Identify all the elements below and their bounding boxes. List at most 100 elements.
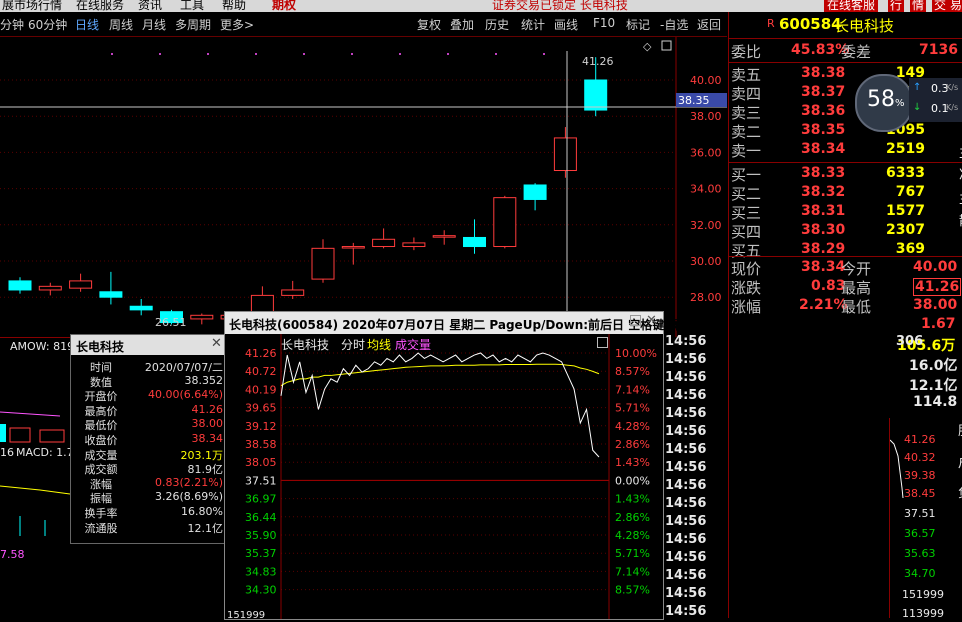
tab-quote-2[interactable]: 情 — [910, 0, 927, 12]
draw-button[interactable]: 画线 — [554, 16, 578, 33]
price-axis-tick: 40.00 — [690, 74, 722, 87]
candle-body[interactable] — [38, 285, 62, 291]
book-price[interactable]: 38.32 — [801, 184, 845, 200]
candle-body[interactable] — [432, 235, 456, 238]
history-button[interactable]: 历史 — [485, 16, 509, 33]
book-price[interactable]: 38.33 — [801, 165, 845, 181]
window-toggle-icon[interactable] — [661, 40, 672, 51]
candle-body[interactable] — [190, 314, 214, 320]
book-volume: 2307 — [886, 222, 925, 238]
candle-body[interactable] — [553, 137, 577, 171]
overlay-button[interactable]: 叠加 — [450, 16, 474, 33]
f10-button[interactable]: F10 — [593, 16, 615, 30]
mini-intraday-chart[interactable]: 41.26 40.32 39.38 38.45 37.51 36.57 35.6… — [889, 418, 962, 620]
price-tick: 41.26 — [245, 347, 277, 360]
candle-body[interactable] — [8, 280, 32, 291]
popup-close-icon[interactable]: ✕ — [646, 313, 657, 328]
period-minute-button[interactable]: 分钟 — [0, 16, 24, 33]
book-volume: 2519 — [886, 141, 925, 157]
tab-trade-1[interactable]: 交 — [932, 0, 949, 12]
tick-t: 14:56 — [665, 586, 707, 601]
book-level-label: 买四 — [731, 223, 762, 241]
remove-favorite-button[interactable]: -自选 — [660, 16, 688, 33]
period-monthly-button[interactable]: 月线 — [142, 16, 166, 33]
candle-body[interactable] — [281, 289, 305, 296]
data-info-box[interactable]: 长电科技 ✕ 时间 2020/07/07/二 数值 38.352 开盘价 40.00(6.… — [70, 334, 227, 544]
popup-title-bar[interactable]: 长电科技(600584) 2020年07月07日 星期二 PageUp/Down… — [225, 312, 753, 334]
tab-trade-2[interactable]: 易 — [948, 0, 962, 12]
candle-body[interactable] — [341, 246, 365, 249]
info-box-header[interactable]: 长电科技 ✕ — [71, 335, 226, 355]
percent-tick: 1.43% — [615, 456, 650, 469]
candle-body[interactable] — [99, 291, 123, 298]
online-service-button[interactable]: 在线客服 — [824, 0, 879, 12]
book-price[interactable]: 38.37 — [801, 84, 845, 100]
intraday-popup[interactable]: 长电科技(600584) 2020年07月07日 星期二 PageUp/Down… — [224, 311, 753, 620]
percent-tick: 7.14% — [615, 383, 650, 396]
percent-tick: 2.86% — [615, 511, 650, 524]
info-key: 最高价 — [84, 404, 118, 418]
menu-help[interactable]: 帮助 — [222, 0, 246, 12]
book-price[interactable]: 38.29 — [801, 241, 845, 257]
network-speed-gauge[interactable]: 58 % — [855, 74, 913, 132]
period-60min-button[interactable]: 60分钟 — [28, 16, 67, 33]
book-price[interactable]: 38.34 — [801, 141, 845, 157]
menu-online[interactable]: 在线服务 — [76, 0, 124, 12]
book-price[interactable]: 38.36 — [801, 103, 845, 119]
info-value: 38.00 — [191, 417, 224, 431]
info-box-close-icon[interactable]: ✕ — [211, 336, 222, 351]
mini-tick-1: 41.26 — [904, 433, 936, 446]
menu-market[interactable]: 展市场行情 — [2, 0, 62, 12]
popup-maximize-icon[interactable] — [630, 315, 641, 326]
tick-t: 14:56 — [665, 370, 707, 385]
book-price[interactable]: 38.35 — [801, 122, 845, 138]
period-multi-button[interactable]: 多周期 — [175, 16, 211, 33]
menu-news[interactable]: 资讯 — [138, 0, 162, 12]
stat-160: 16.0亿 — [909, 358, 958, 374]
menu-tools[interactable]: 工具 — [180, 0, 204, 12]
kline-chart[interactable]: 40.00 38.00 36.00 34.00 32.00 30.00 28.00 38.3… — [0, 37, 727, 337]
candle-body[interactable] — [523, 184, 547, 200]
price-tick: 34.30 — [245, 584, 277, 597]
high-price-label: 41.26 — [582, 55, 614, 68]
candle-body[interactable] — [129, 305, 153, 311]
candle-body[interactable] — [463, 236, 486, 248]
period-more-button[interactable]: 更多> — [220, 16, 254, 33]
book-volume: 767 — [895, 184, 925, 200]
book-price[interactable]: 38.30 — [801, 222, 845, 238]
price-axis-tick: 38.00 — [690, 110, 722, 123]
adjust-button[interactable]: 复权 — [417, 16, 441, 33]
trade-lock-status: 证券交易已锁定 长电科技 — [492, 0, 628, 12]
tick-t: 14:56 — [665, 568, 707, 583]
candle-body[interactable] — [402, 242, 426, 248]
book-level-label: 卖三 — [731, 104, 762, 122]
tab-quote-1[interactable]: 行 — [888, 0, 905, 12]
mark-button[interactable]: 标记 — [626, 16, 650, 33]
stats-button[interactable]: 统计 — [521, 16, 545, 33]
candle-body[interactable] — [493, 197, 517, 248]
price-tick: 39.65 — [245, 402, 277, 415]
book-price[interactable]: 38.31 — [801, 203, 845, 219]
candle-body[interactable] — [372, 238, 396, 248]
intraday-chart[interactable]: 41.26 10.00% 40.72 8.57% 40.19 7.14% 39.65 5.71… — [225, 334, 663, 619]
network-speed-readout: ↑ 0.3 K/s ↓ 0.1 K/s — [909, 78, 962, 122]
info-value: 40.00(6.64%) — [147, 388, 223, 402]
zhangdie-label: 涨跌 — [731, 279, 762, 297]
tick-t: 14:56 — [665, 604, 707, 619]
stat-306: 306 — [896, 334, 924, 349]
back-button[interactable]: 返回 — [697, 16, 721, 33]
percent-tick: 1.43% — [615, 493, 650, 506]
book-price[interactable]: 38.38 — [801, 65, 845, 81]
candle-body[interactable] — [311, 247, 335, 280]
diamond-icon[interactable]: ◇ — [643, 40, 652, 53]
tick-t: 14:56 — [665, 352, 707, 367]
menu-options[interactable]: 期权 — [272, 0, 296, 12]
zuigao-label: 最高 — [841, 279, 872, 297]
info-key: 收盘价 — [84, 434, 118, 447]
candle-body[interactable] — [69, 280, 93, 289]
period-weekly-button[interactable]: 周线 — [109, 16, 133, 33]
candle-body[interactable] — [584, 79, 608, 111]
period-daily-button[interactable]: 日线 — [75, 16, 99, 33]
percent-tick: 5.71% — [615, 402, 650, 415]
jinkai-value: 40.00 — [913, 259, 958, 275]
